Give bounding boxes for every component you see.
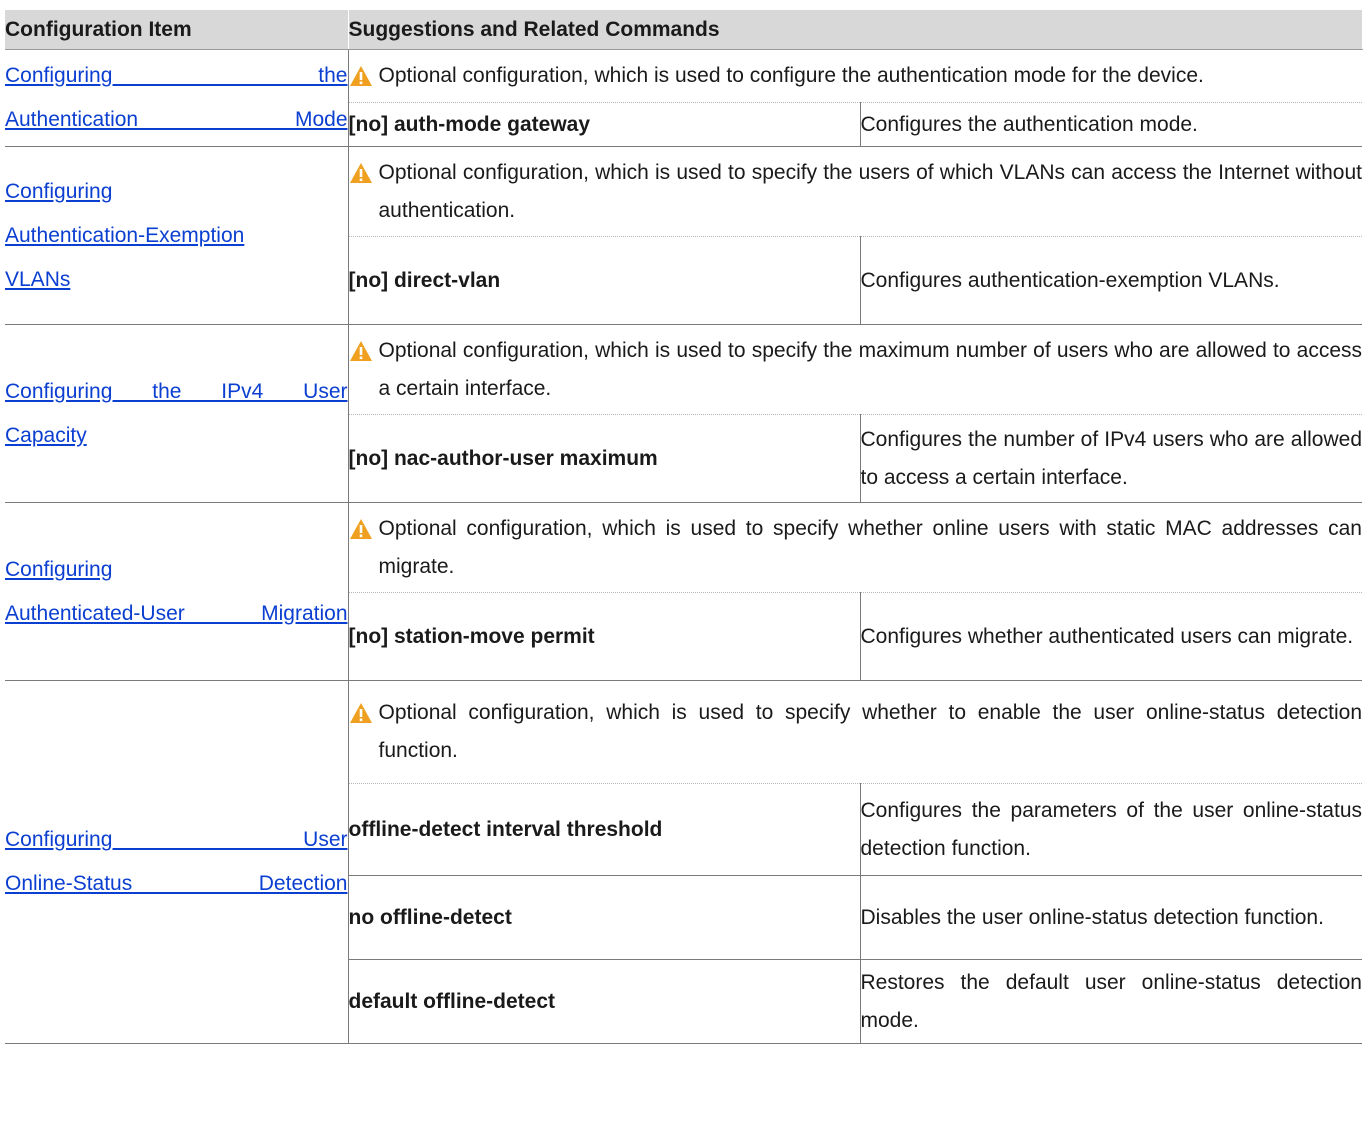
config-item-link[interactable]: Configuring Authentication-Exemption VLANs [5, 170, 348, 302]
command-cell: no offline-detect [348, 875, 861, 960]
config-item-cell: Configuring User Online-Status Detection [5, 680, 349, 1044]
table-row: Configuring User Online-Status Detection … [5, 680, 1363, 1044]
config-item-link[interactable]: Configuring the Authentication Mode [5, 54, 348, 142]
description-cell: Configures the parameters of the user on… [860, 783, 1362, 876]
suggestion-text: Optional configuration, which is used to… [378, 701, 1363, 762]
header-config-item: Configuration Item [5, 10, 349, 50]
suggestion-text: Optional configuration, which is used to… [378, 64, 1204, 87]
description-cell: Configures the authentication mode. [860, 102, 1362, 147]
command-cell: [no] nac-author-user maximum [348, 414, 861, 503]
table-row: Configuring the IPv4 User Capacity Option… [5, 324, 1363, 503]
description-cell: Configures authentication-exemption VLAN… [860, 236, 1362, 325]
suggestion-text: Optional configuration, which is used to… [378, 160, 1363, 222]
suggestion-cell: Optional configuration, which is used to… [348, 502, 1363, 593]
command-cell: default offline-detect [348, 959, 861, 1044]
description-cell: Configures the number of IPv4 users who … [860, 414, 1362, 503]
config-item-cell: Configuring the Authentication Mode [5, 49, 349, 147]
warning-triangle-icon [349, 154, 379, 192]
command-cell: [no] station-move permit [348, 592, 861, 681]
header-suggestions: Suggestions and Related Commands [348, 10, 1363, 50]
description-cell: Disables the user online-status detectio… [860, 875, 1362, 960]
description-cell: Restores the default user online-status … [860, 959, 1362, 1044]
table-row: Configuring Authenticated-User Migration … [5, 502, 1363, 681]
command-cell: [no] direct-vlan [348, 236, 861, 325]
table-row: Configuring the Authentication Mode Optio… [5, 49, 1362, 147]
warning-triangle-icon [349, 332, 379, 370]
configuration-table: Configuration Item Suggestions and Relat… [5, 10, 1363, 1044]
config-item-link[interactable]: Configuring the IPv4 User Capacity [5, 370, 348, 458]
warning-triangle-icon [349, 510, 379, 548]
header-row: Configuration Item Suggestions and Relat… [5, 10, 1363, 50]
suggestion-cell: Optional configuration, which is used to… [348, 146, 1363, 237]
config-item-link[interactable]: Configuring Authenticated-User Migration [5, 548, 348, 636]
command-cell: [no] auth-mode gateway [348, 102, 861, 147]
config-item-cell: Configuring Authentication-Exemption VLANs [5, 146, 349, 325]
description-cell: Configures whether authenticated users c… [860, 592, 1362, 681]
command-cell: offline-detect interval threshold [348, 783, 861, 876]
config-item-cell: Configuring Authenticated-User Migration [5, 502, 349, 681]
warning-triangle-icon [349, 57, 379, 95]
config-item-link[interactable]: Configuring User Online-Status Detection [5, 818, 348, 906]
suggestion-text: Optional configuration, which is used to… [378, 516, 1363, 578]
suggestion-cell: Optional configuration, which is used to… [348, 49, 1362, 103]
config-item-cell: Configuring the IPv4 User Capacity [5, 324, 349, 503]
suggestion-text: Optional configuration, which is used to… [378, 338, 1363, 400]
table-row: Configuring Authentication-Exemption VLANs… [5, 146, 1363, 325]
suggestion-cell: Optional configuration, which is used to… [348, 324, 1363, 415]
suggestion-cell: Optional configuration, which is used to… [348, 680, 1363, 784]
warning-triangle-icon [349, 694, 379, 732]
